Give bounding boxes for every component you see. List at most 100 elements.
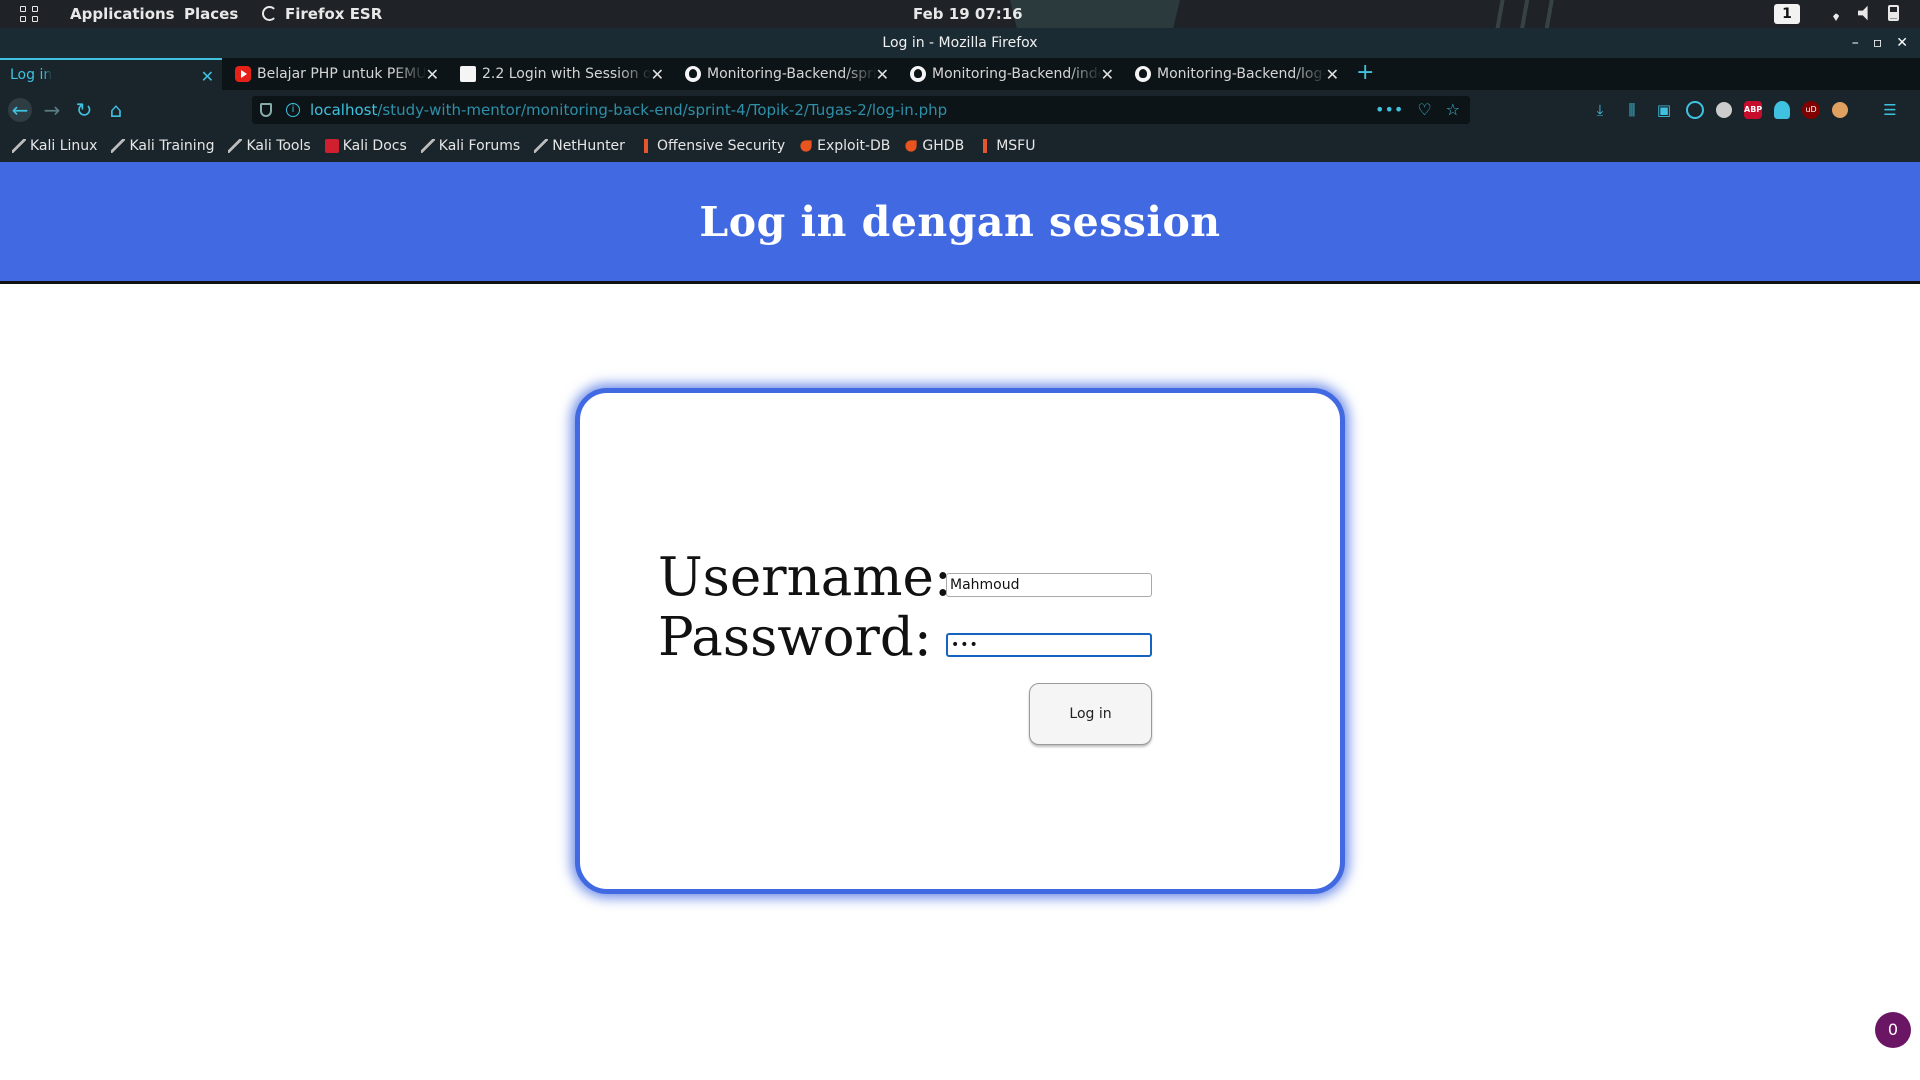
- extension-icon[interactable]: [1716, 102, 1732, 118]
- bookmarks-toolbar: Kali Linux Kali Training Kali Tools Kali…: [0, 130, 1920, 162]
- window-title: Log in - Mozilla Firefox: [882, 35, 1038, 51]
- top-bar-decoration: [1010, 0, 1180, 28]
- bookmark-offensive-security[interactable]: Offensive Security: [638, 138, 786, 154]
- bookmark-exploit-db[interactable]: Exploit-DB: [799, 138, 890, 154]
- app-grid-icon[interactable]: [20, 6, 38, 22]
- tab-label: Monitoring-Backend/index: [932, 66, 1102, 82]
- url-host: localhost: [310, 101, 378, 119]
- exploit-db-icon: [800, 140, 812, 152]
- tab-label: Monitoring-Backend/sprint: [707, 66, 877, 82]
- firefox-icon: [262, 6, 277, 21]
- top-bar-decoration: [1480, 0, 1680, 28]
- bookmark-msfu[interactable]: MSFU: [978, 138, 1035, 154]
- tab-strip: Log in ✕ Belajar PHP untuk PEMULA ✕ 2.2 …: [0, 58, 1920, 90]
- github-icon: [1135, 66, 1151, 82]
- username-input[interactable]: [946, 573, 1152, 597]
- system-status-area[interactable]: [1828, 5, 1899, 21]
- bookmark-ghdb[interactable]: GHDB: [904, 138, 964, 154]
- bookmark-label: Kali Docs: [342, 138, 407, 154]
- tab-label: 2.2 Login with Session on: [482, 66, 652, 82]
- page-title: Log in dengan session: [699, 197, 1221, 246]
- reload-button[interactable]: ↻: [72, 98, 96, 122]
- window-controls: – ▫ ✕: [1852, 28, 1908, 58]
- new-tab-button[interactable]: +: [1356, 60, 1374, 85]
- offsec-icon: [978, 139, 993, 153]
- notification-badge[interactable]: 0: [1875, 1012, 1911, 1048]
- library-icon[interactable]: ⫼: [1622, 100, 1642, 120]
- bookmark-kali-linux[interactable]: Kali Linux: [12, 138, 97, 154]
- login-card: Username: Password: Log in: [575, 388, 1345, 894]
- adblock-plus-icon[interactable]: ABP: [1744, 101, 1762, 119]
- offsec-icon: [638, 139, 653, 153]
- tab-monitoring-index[interactable]: Monitoring-Backend/index ✕: [900, 58, 1122, 90]
- tab-login-session[interactable]: 2.2 Login with Session on ✕: [450, 58, 672, 90]
- tracking-protection-icon[interactable]: [260, 103, 272, 117]
- tab-belajar-php[interactable]: Belajar PHP untuk PEMULA ✕: [225, 58, 447, 90]
- maximize-button[interactable]: ▫: [1873, 28, 1883, 58]
- close-icon[interactable]: ✕: [426, 65, 439, 84]
- wifi-icon: [1828, 8, 1844, 21]
- window-titlebar: Log in - Mozilla Firefox – ▫ ✕: [0, 28, 1920, 58]
- close-icon[interactable]: ✕: [201, 67, 214, 86]
- sidebar-icon[interactable]: ▣: [1654, 100, 1674, 120]
- bookmark-star-icon[interactable]: ☆: [1446, 100, 1460, 119]
- close-icon[interactable]: ✕: [1326, 65, 1339, 84]
- tab-label: Monitoring-Backend/log-in: [1157, 66, 1327, 82]
- workspace-indicator[interactable]: 1: [1774, 4, 1800, 24]
- bookmark-kali-training[interactable]: Kali Training: [111, 138, 214, 154]
- kali-icon: [420, 139, 435, 153]
- bookmark-label: Kali Linux: [30, 138, 98, 154]
- password-input[interactable]: [946, 633, 1152, 657]
- extension-icon[interactable]: [1832, 102, 1848, 118]
- login-button[interactable]: Log in: [1029, 683, 1152, 745]
- minimize-button[interactable]: –: [1852, 28, 1859, 58]
- username-label: Username:: [658, 547, 952, 608]
- battery-icon: [1888, 5, 1899, 21]
- exploit-db-icon: [905, 140, 918, 152]
- volume-icon: [1858, 5, 1868, 21]
- system-top-bar: Applications Places Firefox ESR Feb 19 0…: [0, 0, 1920, 28]
- bookmark-label: Exploit-DB: [817, 138, 891, 154]
- forward-button[interactable]: →: [40, 98, 64, 122]
- tab-monitoring-sprint[interactable]: Monitoring-Backend/sprint ✕: [675, 58, 897, 90]
- downloads-icon[interactable]: ⤓: [1590, 100, 1610, 120]
- close-icon[interactable]: ✕: [651, 65, 664, 84]
- ublock-icon[interactable]: uD: [1802, 101, 1820, 119]
- bookmark-label: MSFU: [996, 138, 1036, 154]
- bookmark-label: Offensive Security: [656, 138, 786, 154]
- kali-icon: [228, 139, 243, 153]
- close-icon[interactable]: ✕: [876, 65, 889, 84]
- places-menu[interactable]: Places: [184, 5, 238, 23]
- bookmark-label: Kali Forums: [438, 138, 521, 154]
- tab-log-in[interactable]: Log in ✕: [0, 58, 222, 90]
- bookmark-label: NetHunter: [552, 138, 625, 154]
- url-bar[interactable]: i localhost/study-with-mentor/monitoring…: [252, 96, 1470, 124]
- home-button[interactable]: ⌂: [104, 98, 128, 122]
- ghostery-icon[interactable]: [1774, 101, 1790, 119]
- active-app-menu[interactable]: Firefox ESR: [285, 5, 382, 23]
- applications-menu[interactable]: Applications: [70, 5, 175, 23]
- account-icon[interactable]: [1686, 101, 1704, 119]
- bookmark-kali-tools[interactable]: Kali Tools: [228, 138, 311, 154]
- kali-icon: [111, 139, 126, 153]
- close-window-button[interactable]: ✕: [1896, 28, 1908, 58]
- url-path: /study-with-mentor/monitoring-back-end/s…: [377, 101, 948, 119]
- pocket-icon[interactable]: ♡: [1417, 100, 1431, 119]
- tab-monitoring-log-in[interactable]: Monitoring-Backend/log-in ✕: [1125, 58, 1347, 90]
- bookmark-kali-docs[interactable]: Kali Docs: [324, 138, 407, 154]
- kali-icon: [534, 139, 549, 153]
- back-button[interactable]: ←: [8, 98, 32, 122]
- bookmark-label: GHDB: [922, 138, 965, 154]
- menu-icon[interactable]: ☰: [1880, 100, 1900, 120]
- close-icon[interactable]: ✕: [1101, 65, 1114, 84]
- github-icon: [685, 66, 701, 82]
- bookmark-label: Kali Tools: [246, 138, 311, 154]
- bookmark-kali-forums[interactable]: Kali Forums: [420, 138, 521, 154]
- site-info-icon[interactable]: i: [286, 103, 300, 117]
- clock[interactable]: Feb 19 07:16: [913, 5, 1023, 23]
- bookmark-nethunter[interactable]: NetHunter: [534, 138, 625, 154]
- github-icon: [910, 66, 926, 82]
- youtube-icon: [235, 66, 251, 82]
- kali-docs-icon: [324, 139, 339, 153]
- page-actions-icon[interactable]: •••: [1375, 100, 1403, 119]
